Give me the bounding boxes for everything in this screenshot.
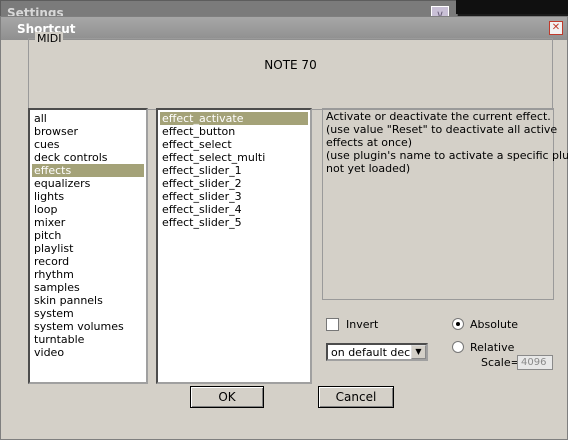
close-icon[interactable]: ✕: [549, 21, 563, 35]
midi-legend: MIDI: [35, 32, 64, 45]
absolute-radio[interactable]: [452, 318, 464, 330]
command-item[interactable]: effect_button: [160, 125, 308, 138]
command-item[interactable]: effect_slider_3: [160, 190, 308, 203]
command-item[interactable]: effect_slider_1: [160, 164, 308, 177]
command-item[interactable]: effect_select: [160, 138, 308, 151]
category-item[interactable]: deck controls: [32, 151, 144, 164]
relative-label: Relative: [470, 341, 515, 354]
command-list[interactable]: effect_activate effect_button effect_selec…: [156, 108, 312, 384]
description-line: (use value "Reset" to deactivate all act…: [326, 123, 558, 136]
radio-dot: [456, 322, 460, 326]
category-item[interactable]: browser: [32, 125, 144, 138]
scale-label: Scale=: [481, 356, 520, 369]
command-item[interactable]: effect_activate: [160, 112, 308, 125]
scale-input[interactable]: 4096: [517, 355, 553, 370]
description-line: effects at once): [326, 136, 413, 149]
category-item[interactable]: turntable: [32, 333, 144, 346]
desktop-background: [456, 0, 568, 14]
category-item[interactable]: samples: [32, 281, 144, 294]
command-item[interactable]: effect_select_multi: [160, 151, 308, 164]
command-item[interactable]: effect_slider_2: [160, 177, 308, 190]
ok-button[interactable]: OK: [190, 386, 264, 408]
category-item[interactable]: lights: [32, 190, 144, 203]
command-item[interactable]: effect_slider_4: [160, 203, 308, 216]
invert-checkbox[interactable]: [326, 318, 339, 331]
category-item[interactable]: system volumes: [32, 320, 144, 333]
relative-radio[interactable]: [452, 341, 464, 353]
category-item[interactable]: loop: [32, 203, 144, 216]
category-item[interactable]: pitch: [32, 229, 144, 242]
description-line: (use plugin's name to activate a specifi…: [326, 149, 568, 162]
deck-select-value: on default deck: [331, 346, 417, 359]
midi-group: MIDI NOTE 70: [28, 32, 553, 110]
category-item[interactable]: mixer: [32, 216, 144, 229]
category-list[interactable]: all browser cues deck controls effects equali…: [28, 108, 148, 384]
cancel-button[interactable]: Cancel: [318, 386, 394, 408]
description-line: not yet loaded): [326, 162, 411, 175]
chevron-down-icon[interactable]: ▼: [411, 345, 426, 359]
absolute-label: Absolute: [470, 318, 519, 331]
category-item[interactable]: effects: [32, 164, 144, 177]
category-item[interactable]: cues: [32, 138, 144, 151]
invert-label: Invert: [346, 318, 379, 331]
category-item[interactable]: rhythm: [32, 268, 144, 281]
category-item[interactable]: equalizers: [32, 177, 144, 190]
category-item[interactable]: system: [32, 307, 144, 320]
category-item[interactable]: all: [32, 112, 144, 125]
category-item[interactable]: playlist: [32, 242, 144, 255]
category-item[interactable]: video: [32, 346, 144, 359]
dialog-titlebar[interactable]: Shortcut ✕: [1, 17, 567, 40]
deck-select[interactable]: on default deck ▼: [326, 343, 428, 361]
category-item[interactable]: record: [32, 255, 144, 268]
description-box: Activate or deactivate the current effec…: [322, 108, 568, 300]
description-line: Activate or deactivate the current effec…: [326, 110, 551, 123]
midi-value: NOTE 70: [264, 58, 317, 72]
category-item[interactable]: skin pannels: [32, 294, 144, 307]
command-item[interactable]: effect_slider_5: [160, 216, 308, 229]
